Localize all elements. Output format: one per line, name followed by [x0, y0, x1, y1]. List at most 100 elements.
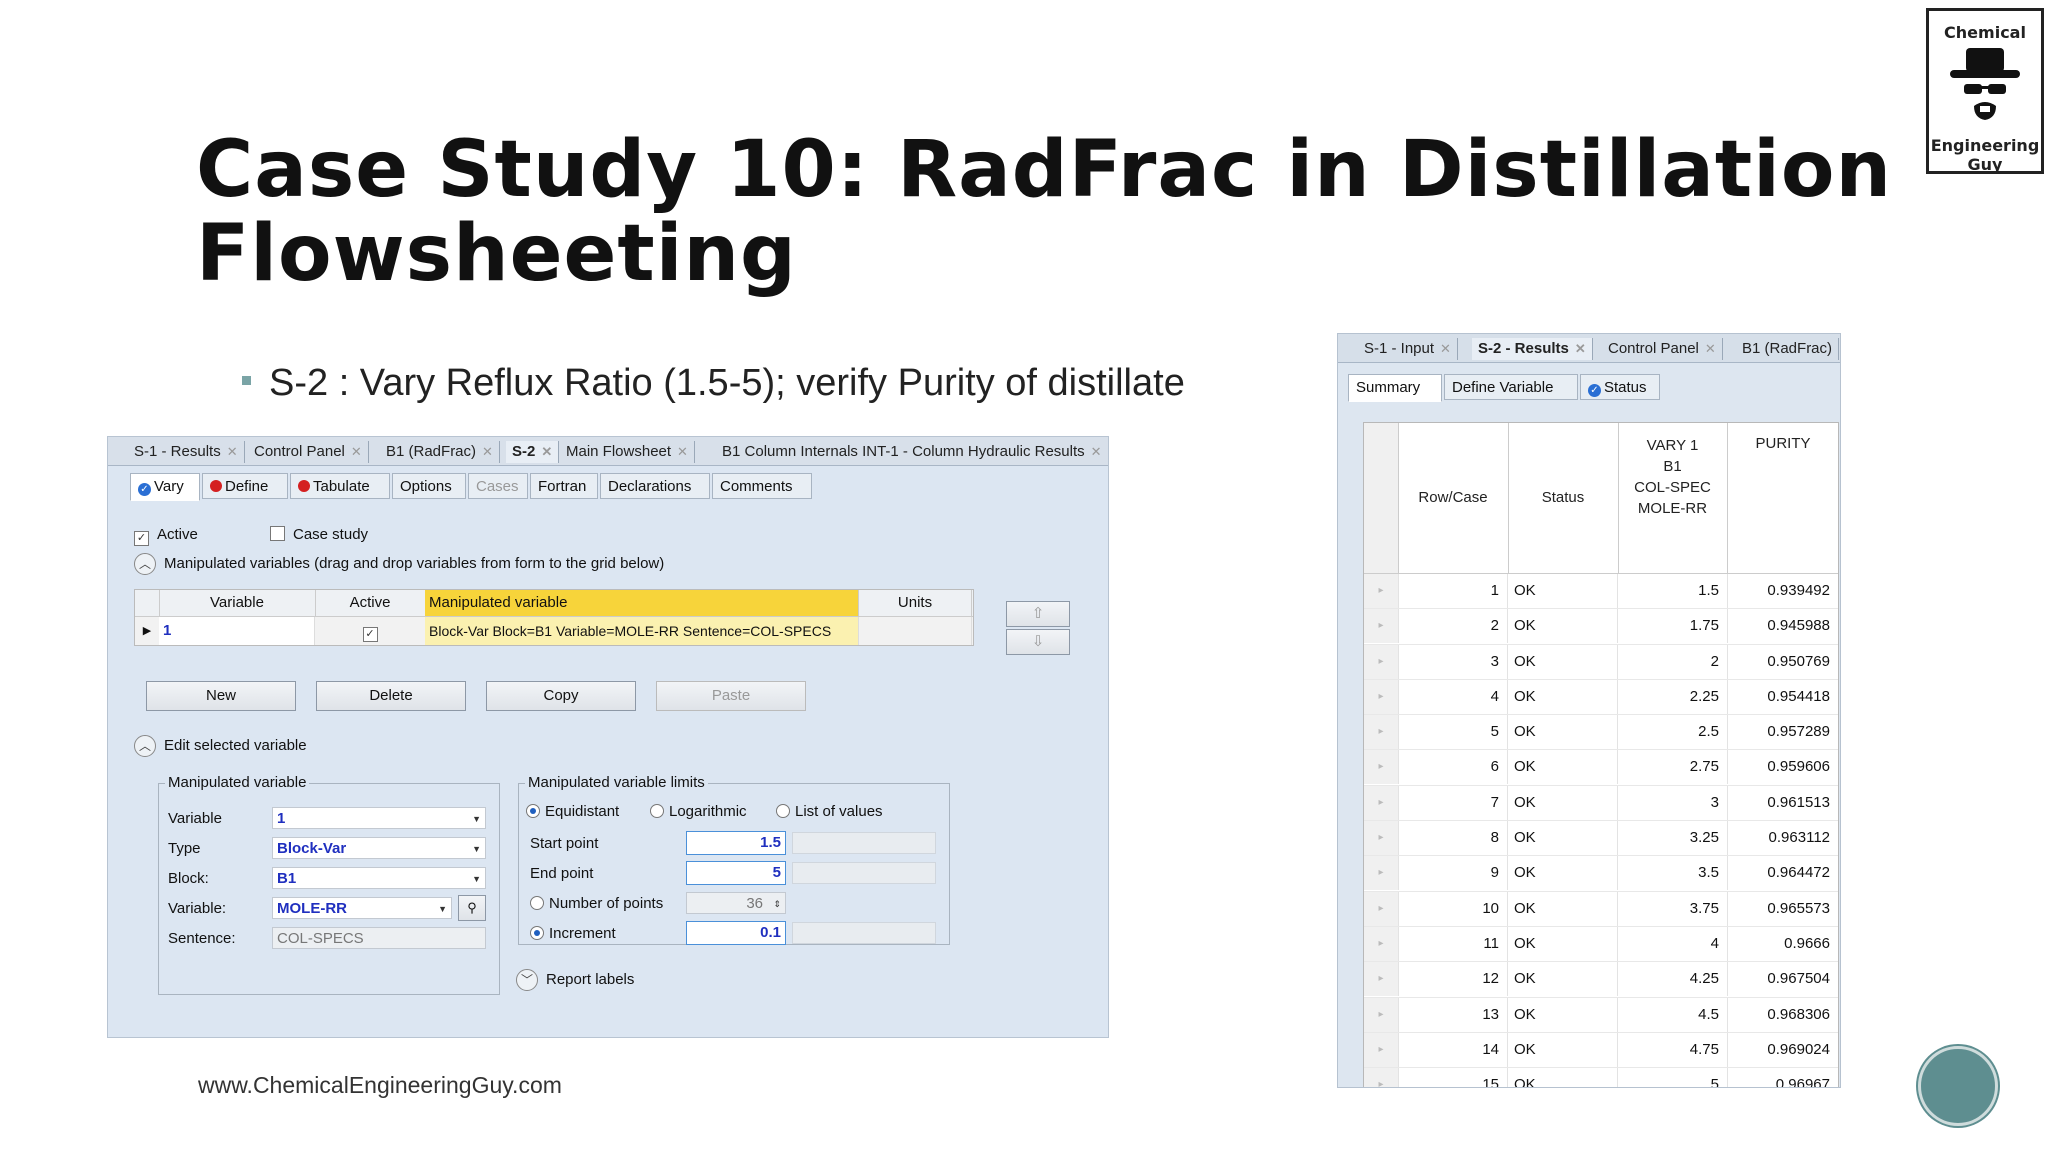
- equidistant-radio[interactable]: Equidistant: [526, 803, 619, 820]
- start-point-label: Start point: [530, 835, 599, 852]
- doc-tab-control-panel[interactable]: Control Panel ✕: [1602, 338, 1723, 360]
- tab-define-variable[interactable]: Define Variable: [1444, 374, 1578, 400]
- cell-purity: 0.969024: [1767, 1040, 1830, 1058]
- collapse-icon[interactable]: ︿: [134, 735, 156, 757]
- increment-input[interactable]: 0.1: [686, 921, 786, 945]
- grid-row[interactable]: ▶ 1 ✓ Block-Var Block=B1 Variable=MOLE-R…: [135, 617, 973, 645]
- results-row[interactable]: ▸ 15 OK 5 0.96967: [1364, 1068, 1838, 1087]
- cell-vary: 5: [1618, 1068, 1728, 1087]
- cell-status: OK: [1508, 609, 1618, 644]
- report-labels-toggle[interactable]: ﹀ Report labels: [516, 969, 634, 991]
- move-up-button[interactable]: ⇧: [1006, 601, 1070, 627]
- new-button[interactable]: New: [146, 681, 296, 711]
- collapse-icon[interactable]: ︿: [134, 553, 156, 575]
- move-down-button[interactable]: ⇩: [1006, 629, 1070, 655]
- list-values-radio[interactable]: List of values: [776, 803, 883, 820]
- results-row[interactable]: ▸ 6 OK 2.75 0.959606: [1364, 750, 1838, 786]
- manipulated-section-header[interactable]: ︿ Manipulated variables (drag and drop va…: [134, 553, 664, 575]
- row-handle-icon: ▸: [1364, 891, 1399, 926]
- active-checkbox[interactable]: ✓ Active: [134, 526, 198, 546]
- cell-status: OK: [1508, 785, 1618, 820]
- results-row[interactable]: ▸ 10 OK 3.75 0.965573: [1364, 891, 1838, 927]
- npoints-radio[interactable]: Number of points: [530, 895, 663, 912]
- field-label: Variable: [168, 810, 222, 827]
- tab-vary[interactable]: ✓ Vary: [130, 473, 200, 501]
- dropdown-icon: ▼: [472, 844, 481, 854]
- cell-purity: 0.9666: [1784, 934, 1830, 952]
- cell-status: OK: [1508, 679, 1618, 714]
- field-label: Type: [168, 840, 201, 857]
- checkbox-checked[interactable]: ✓: [362, 627, 378, 642]
- delete-button[interactable]: Delete: [316, 681, 466, 711]
- results-row[interactable]: ▸ 13 OK 4.5 0.968306: [1364, 997, 1838, 1033]
- type-select[interactable]: Block-Var ▼: [272, 837, 486, 859]
- radio-selected[interactable]: [530, 926, 544, 940]
- doc-tab-s2-results[interactable]: S-2 - Results ✕: [1472, 338, 1593, 360]
- results-row[interactable]: ▸ 14 OK 4.75 0.969024: [1364, 1032, 1838, 1069]
- doc-tab-s1-results[interactable]: S-1 - Results ✕: [128, 441, 245, 463]
- error-icon: [210, 480, 222, 492]
- results-row[interactable]: ▸ 9 OK 3.5 0.964472: [1364, 856, 1838, 892]
- copy-button[interactable]: Copy: [486, 681, 636, 711]
- cell-manipulated[interactable]: Block-Var Block=B1 Variable=MOLE-RR Sent…: [425, 617, 859, 645]
- cell-case: 8: [1398, 821, 1508, 856]
- cell-case: 11: [1398, 926, 1508, 961]
- cell-variable[interactable]: 1: [159, 617, 315, 645]
- tab-tabulate[interactable]: Tabulate: [290, 473, 390, 499]
- radio-unselected[interactable]: [776, 804, 790, 818]
- results-row[interactable]: ▸ 4 OK 2.25 0.954418: [1364, 679, 1838, 716]
- radio-unselected[interactable]: [530, 896, 544, 910]
- doc-tab-column-internals[interactable]: B1 Column Internals INT-1 - Column Hydra…: [716, 441, 1108, 463]
- start-point-input[interactable]: 1.5: [686, 831, 786, 855]
- slide-nav-button[interactable]: [1918, 1046, 1998, 1126]
- case-study-checkbox[interactable]: Case study: [270, 526, 368, 543]
- results-row[interactable]: ▸ 5 OK 2.5 0.957289: [1364, 715, 1838, 751]
- checkbox-checked[interactable]: ✓: [134, 531, 149, 546]
- expand-icon[interactable]: ﹀: [516, 969, 538, 991]
- doc-tab-s2[interactable]: S-2 ✕: [506, 441, 560, 463]
- results-row[interactable]: ▸ 1 OK 1.5 0.939492: [1364, 574, 1838, 610]
- cell-case: 9: [1398, 856, 1508, 891]
- logarithmic-radio[interactable]: Logarithmic: [650, 803, 747, 820]
- variable-name-select[interactable]: MOLE-RR ▼: [272, 897, 452, 919]
- results-row[interactable]: ▸ 11 OK 4 0.9666: [1364, 926, 1838, 963]
- radio-selected[interactable]: [526, 804, 540, 818]
- doc-tab-main-flowsheet[interactable]: Main Flowsheet ✕: [560, 441, 695, 463]
- results-row[interactable]: ▸ 8 OK 3.25 0.963112: [1364, 821, 1838, 857]
- checkbox-unchecked[interactable]: [270, 526, 285, 541]
- results-row[interactable]: ▸ 12 OK 4.25 0.967504: [1364, 962, 1838, 998]
- logo-line-1: Chemical: [1944, 23, 2026, 42]
- results-row[interactable]: ▸ 3 OK 2 0.950769: [1364, 644, 1838, 680]
- tab-options[interactable]: Options: [392, 473, 466, 499]
- binoculars-button[interactable]: ⚲: [458, 895, 486, 921]
- results-row[interactable]: ▸ 7 OK 3 0.961513: [1364, 785, 1838, 822]
- tab-declarations[interactable]: Declarations: [600, 473, 710, 499]
- doc-tab-control-panel[interactable]: Control Panel ✕: [248, 441, 369, 463]
- tab-define[interactable]: Define: [202, 473, 288, 499]
- row-handle-icon: ▸: [1364, 926, 1399, 961]
- tab-comments[interactable]: Comments: [712, 473, 812, 499]
- cell-purity: 0.968306: [1767, 1005, 1830, 1023]
- doc-tab-b1-radfrac[interactable]: B1 (RadFrac): [1736, 338, 1840, 360]
- end-point-input[interactable]: 5: [686, 861, 786, 885]
- edit-section-header[interactable]: ︿ Edit selected variable: [134, 735, 307, 757]
- cell-active[interactable]: ✓: [315, 617, 426, 645]
- cell-vary: 2.5: [1618, 715, 1728, 750]
- cell-units[interactable]: [859, 617, 972, 645]
- doc-tab-b1-radfrac[interactable]: B1 (RadFrac) ✕: [380, 441, 500, 463]
- variable-select[interactable]: 1 ▼: [272, 807, 486, 829]
- group-label: Manipulated variable: [165, 774, 310, 791]
- cell-status: OK: [1508, 926, 1618, 961]
- radio-unselected[interactable]: [650, 804, 664, 818]
- block-select[interactable]: B1 ▼: [272, 867, 486, 889]
- increment-radio[interactable]: Increment: [530, 925, 616, 942]
- doc-tab-s1-input[interactable]: S-1 - Input ✕: [1358, 338, 1458, 360]
- footer-url[interactable]: www.ChemicalEngineeringGuy.com: [198, 1072, 562, 1099]
- tab-summary[interactable]: Summary: [1348, 374, 1442, 402]
- tab-status[interactable]: ✓ Status: [1580, 374, 1660, 400]
- results-row[interactable]: ▸ 2 OK 1.75 0.945988: [1364, 609, 1838, 645]
- cell-purity: 0.957289: [1767, 723, 1830, 741]
- row-pointer-icon: ▶: [135, 617, 160, 645]
- tab-fortran[interactable]: Fortran: [530, 473, 598, 499]
- sentence-field: COL-SPECS: [272, 927, 486, 949]
